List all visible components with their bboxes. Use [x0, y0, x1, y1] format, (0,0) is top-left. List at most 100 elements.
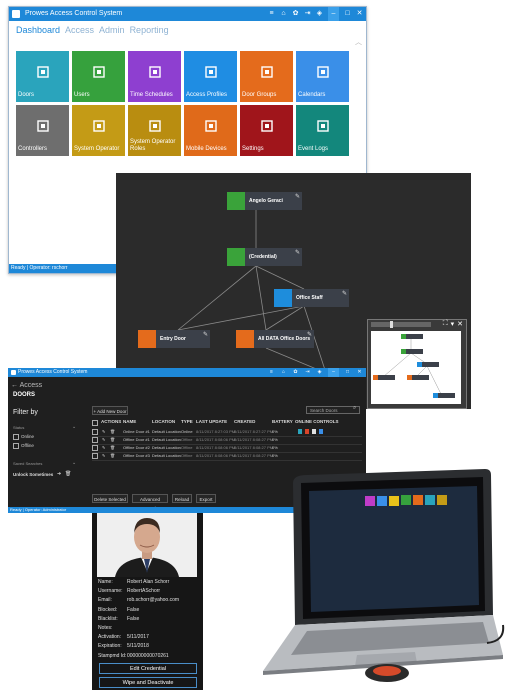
building-icon [236, 330, 254, 348]
trash-icon[interactable]: 🗑 [110, 444, 115, 452]
search-input[interactable]: Search Doors [306, 406, 360, 414]
menu-icon[interactable]: ≡ [268, 368, 275, 377]
nav-admin[interactable]: Admin [99, 25, 125, 35]
maximize-button[interactable]: □ [344, 7, 351, 21]
column-header[interactable]: LAST UPDATE [196, 419, 227, 424]
node-all-data-office-doors[interactable]: All DATA Office Doors ✎ [236, 330, 314, 348]
minimize-button[interactable]: – [328, 368, 339, 377]
edit-icon[interactable]: ✎ [295, 193, 300, 200]
maximize-button[interactable]: □ [344, 368, 351, 377]
tile-calendars[interactable]: Calendars [296, 51, 349, 102]
edit-icon[interactable]: ✎ [295, 249, 300, 256]
trash-icon[interactable]: 🗑 [110, 436, 115, 444]
search-icon[interactable]: ⌕ [353, 405, 356, 412]
edit-icon[interactable]: ✎ [307, 331, 312, 338]
column-header[interactable]: ACTIONS [101, 419, 121, 424]
nav-reporting[interactable]: Reporting [130, 25, 169, 35]
wipe-deactivate-button[interactable]: Wipe and Deactivate [99, 677, 197, 688]
edit-icon[interactable]: ✎ [102, 436, 105, 444]
node-angelo[interactable]: Angelo Geraci ✎ [227, 192, 302, 210]
column-header[interactable]: LOCATION [152, 419, 175, 424]
row-checkbox[interactable] [92, 437, 98, 443]
tile-event-logs[interactable]: Event Logs [296, 105, 349, 156]
gear-icon[interactable]: ✿ [292, 7, 299, 21]
gear-icon[interactable]: ✿ [292, 368, 299, 377]
edit-icon[interactable]: ✎ [102, 428, 105, 436]
edit-icon[interactable]: ✎ [342, 290, 347, 297]
run-icon[interactable]: ➜ [57, 471, 61, 477]
nav-dashboard[interactable]: Dashboard [16, 25, 60, 35]
shield-icon[interactable]: ◈ [316, 368, 323, 377]
menu-icon[interactable]: ≡ [268, 7, 275, 21]
fit-icon[interactable]: ⛶ [443, 320, 448, 328]
row-checkbox[interactable] [92, 445, 98, 451]
column-header[interactable]: ONLINE CONTROLS [295, 419, 339, 424]
tile-controllers[interactable]: Controllers [16, 105, 69, 156]
export-button[interactable]: Export [196, 494, 216, 503]
minimize-button[interactable]: – [328, 7, 339, 21]
saved-search-item[interactable]: Unlock Sometimes [13, 472, 53, 477]
back-link[interactable]: ← Access [11, 382, 42, 389]
tile-mobile-devices[interactable]: Mobile Devices [184, 105, 237, 156]
chevron-down-icon[interactable]: ⌄ [72, 424, 76, 430]
tile-system-operator[interactable]: System Operator [72, 105, 125, 156]
nav-access[interactable]: Access [65, 25, 94, 35]
row-checkbox[interactable] [92, 453, 98, 459]
lock-icon[interactable] [305, 429, 309, 434]
trash-icon[interactable]: 🗑 [110, 428, 115, 436]
add-new-door-button[interactable]: + Add New Door [92, 406, 128, 415]
edit-credential-button[interactable]: Edit Credential [99, 663, 197, 674]
tile-users[interactable]: Users [72, 51, 125, 102]
delete-selected-button[interactable]: Delete Selected [92, 494, 128, 503]
table-row[interactable]: ✎ 🗑 Offline Door #3 Default Location Offline… [92, 452, 362, 461]
node-office-staff[interactable]: Office Staff ✎ [274, 289, 349, 307]
filter-offline-checkbox[interactable] [13, 443, 19, 449]
reload-button[interactable]: Reload [172, 494, 192, 503]
close-button[interactable]: ✕ [356, 7, 363, 21]
column-header[interactable]: CREATED [234, 419, 255, 424]
trash-icon[interactable]: 🗑 [65, 471, 71, 477]
edit-icon[interactable]: ✎ [102, 444, 105, 452]
schedule-icon[interactable] [319, 429, 323, 434]
close-button[interactable]: ✕ [356, 368, 363, 377]
close-icon[interactable]: ✕ [457, 320, 463, 328]
field-value: 000000000070261 [127, 652, 169, 659]
shield-icon[interactable]: ◈ [316, 7, 323, 21]
tile-label: Mobile Devices [186, 146, 227, 152]
filter-online-checkbox[interactable] [13, 434, 19, 440]
cell-type: Offline [181, 437, 193, 442]
minimap[interactable]: ⛶ ▾ ✕ [367, 319, 467, 409]
edit-icon[interactable]: ✎ [102, 452, 105, 460]
cell-battery: 0% [272, 453, 278, 458]
field-label: Blocked: [98, 606, 118, 613]
logout-icon[interactable]: ⇥ [304, 368, 311, 377]
tile-access-profiles[interactable]: Access Profiles [184, 51, 237, 102]
node-credential[interactable]: (Credential) ✎ [227, 248, 302, 266]
trash-icon[interactable]: 🗑 [110, 452, 115, 460]
advanced-search-button[interactable]: Advanced Search [132, 494, 168, 511]
home-icon[interactable]: ⌂ [280, 7, 287, 21]
table-header: ACTIONS NAME LOCATION TYPE LAST UPDATE C… [92, 419, 362, 427]
scroll-up-icon[interactable]: ︿ [355, 37, 362, 47]
zoom-slider[interactable] [371, 322, 431, 327]
dropdown-icon[interactable]: ▾ [451, 320, 455, 328]
tile-door-groups[interactable]: Door Groups [240, 51, 293, 102]
edit-icon[interactable]: ✎ [203, 331, 208, 338]
column-header[interactable]: NAME [123, 419, 136, 424]
node-entry-door[interactable]: Entry Door ✎ [138, 330, 210, 348]
select-all-checkbox[interactable] [92, 420, 98, 426]
zoom-slider-thumb[interactable] [390, 321, 393, 328]
tile-doors[interactable]: Doors [16, 51, 69, 102]
cell-location: Default Location [152, 445, 181, 450]
logout-icon[interactable]: ⇥ [304, 7, 311, 21]
tile-time-schedules[interactable]: Time Schedules [128, 51, 181, 102]
home-icon[interactable]: ⌂ [280, 368, 287, 377]
chevron-down-icon[interactable]: ⌄ [72, 460, 76, 466]
tile-settings[interactable]: Settings [240, 105, 293, 156]
row-checkbox[interactable] [92, 429, 98, 435]
tile-system-operator-roles[interactable]: System Operator Roles [128, 105, 181, 156]
column-header[interactable]: TYPE [181, 419, 193, 424]
unlock-icon[interactable] [298, 429, 302, 434]
column-header[interactable]: BATTERY [272, 419, 293, 424]
door-icon[interactable] [312, 429, 316, 434]
